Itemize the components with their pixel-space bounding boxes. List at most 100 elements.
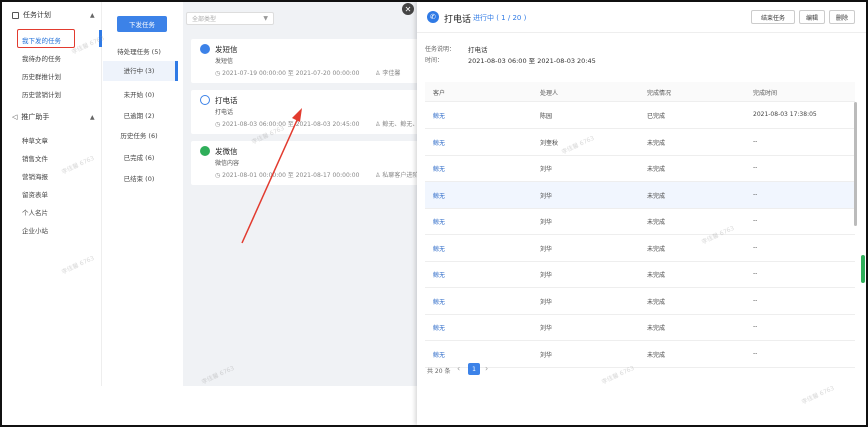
cell-handler: 刘华	[540, 351, 553, 359]
sidebar-group-label: 推广助手	[21, 113, 50, 121]
table-row[interactable]: 鲸无 刘华 未完成 --	[425, 181, 855, 209]
phone-icon	[200, 95, 210, 105]
table-row[interactable]: 鲸无 刘华 未完成 --	[425, 235, 855, 262]
user-icon: ♙	[375, 121, 381, 128]
task-card-title: 打电话	[215, 96, 238, 105]
table-row[interactable]: 鲸无 刘华 未完成 --	[425, 341, 855, 368]
task-card-sms[interactable]: 发短信 发短信 ◷ 2021-07-19 00:00:00 至 2021-07-…	[191, 39, 421, 83]
cell-completed-time: --	[753, 164, 758, 171]
sidebar-item-forms[interactable]: 留资表单	[22, 189, 48, 199]
cell-customer[interactable]: 鲸无	[433, 164, 445, 173]
task-card-title: 发短信	[215, 45, 238, 54]
cell-customer[interactable]: 鲸无	[433, 270, 445, 279]
drawer-header: ✆ 打电话 进行中 ( 1 / 20 ) 结束任务 编辑 删除	[417, 2, 866, 33]
task-status-column: 下发任务 待处理任务 (5) 进行中 (3) 未开始 (0) 已逾期 (2) 历…	[103, 2, 178, 386]
cell-customer[interactable]: 鲸无	[433, 217, 445, 226]
cell-handler: 刘华	[540, 325, 553, 332]
table-scrollbar[interactable]	[854, 102, 857, 226]
end-task-button[interactable]: 结束任务	[751, 10, 795, 24]
sidebar-item-todo-tasks[interactable]: 我待办的任务	[22, 53, 61, 63]
sidebar-item-business-card[interactable]: 个人名片	[22, 207, 48, 217]
cell-completion: 未完成	[647, 325, 666, 332]
sidebar-item-mini-site[interactable]: 企业小站	[22, 225, 48, 235]
cell-customer[interactable]: 鲸无	[433, 350, 445, 359]
cell-customer[interactable]: 鲸无	[433, 191, 445, 200]
task-card-time: ◷ 2021-08-03 06:00:00 至 2021-08-03 20:45…	[215, 121, 360, 128]
sidebar-group-task-plan[interactable]: 任务计划 ▲	[12, 10, 95, 20]
task-card-time: ◷ 2021-08-01 00:00:00 至 2021-08-17 00:00…	[215, 172, 360, 179]
cell-customer[interactable]: 鲸无	[433, 111, 445, 120]
cell-customer[interactable]: 鲸无	[433, 138, 445, 147]
collapse-caret-icon[interactable]: ▲	[90, 114, 95, 121]
table-header: 客户 处理人 完成情况 完成时间	[425, 82, 855, 102]
cell-completed-time: --	[753, 323, 758, 330]
pager-current-page[interactable]: 1	[468, 363, 480, 375]
status-in-progress[interactable]: 进行中 (3)	[103, 61, 175, 81]
sidebar-item-posters[interactable]: 营销海报	[22, 171, 48, 181]
cell-completed-time: --	[753, 349, 758, 357]
cell-completion: 未完成	[647, 298, 666, 306]
task-detail-drawer: ✆ 打电话 进行中 ( 1 / 20 ) 结束任务 编辑 删除 任务说明： 打电…	[417, 2, 866, 425]
table-row[interactable]: 鲸无 刘华 未完成 --	[425, 288, 855, 315]
task-time-value: 2021-08-03 06:00 至 2021-08-03 20:45	[468, 57, 596, 65]
collapse-caret-icon[interactable]: ▲	[90, 12, 95, 19]
table-row[interactable]: 鲸无 陈园 已完成 2021-08-03 17:38:05	[425, 102, 855, 129]
sidebar-group-promotion[interactable]: ◁ 推广助手 ▲	[12, 112, 95, 122]
task-card-desc: 微信内容	[215, 160, 240, 167]
wechat-icon	[200, 146, 210, 156]
close-drawer-icon[interactable]: ✕	[402, 3, 414, 15]
left-sidebar: 任务计划 ▲ 我下发的任务 我待办的任务 历史群推计划 历史营销计划 ◁ 推广助…	[2, 2, 102, 386]
status-completed[interactable]: 已完成 (6)	[103, 152, 175, 162]
status-history[interactable]: 历史任务 (6)	[103, 130, 175, 140]
sidebar-item-sales-files[interactable]: 销售文件	[22, 153, 48, 163]
cell-completion: 未完成	[647, 272, 666, 279]
cell-completed-time: --	[753, 217, 758, 224]
status-pending[interactable]: 待处理任务 (5)	[103, 46, 175, 56]
task-desc-value: 打电话	[468, 46, 488, 54]
side-float-bar[interactable]	[861, 255, 865, 283]
cell-completion: 未完成	[647, 192, 666, 200]
edit-button[interactable]: 编辑	[799, 10, 825, 24]
task-card-assignee: ♙ 李佳馨	[375, 70, 401, 77]
issue-task-button[interactable]: 下发任务	[117, 16, 167, 32]
cell-customer[interactable]: 鲸无	[433, 323, 445, 332]
clock-icon: ◷	[215, 70, 221, 77]
cell-customer[interactable]: 鲸无	[433, 244, 445, 253]
task-type-placeholder: 全部类型	[192, 16, 217, 23]
sidebar-item-group-push-history[interactable]: 历史群推计划	[22, 71, 61, 81]
chevron-down-icon: ▼	[263, 15, 268, 22]
task-card-call[interactable]: 打电话 打电话 ◷ 2021-08-03 06:00:00 至 2021-08-…	[191, 90, 421, 134]
task-card-desc: 发短信	[215, 58, 234, 65]
task-card-wechat[interactable]: 发微信 微信内容 ◷ 2021-08-01 00:00:00 至 2021-08…	[191, 141, 421, 185]
phone-icon: ✆	[427, 11, 439, 23]
cell-handler: 刘华	[540, 192, 553, 200]
status-ended[interactable]: 已结束 (0)	[103, 173, 175, 183]
user-icon: ♙	[375, 172, 381, 179]
task-card-desc: 打电话	[215, 109, 234, 116]
user-icon: ♙	[375, 70, 381, 77]
table-row[interactable]: 鲸无 刘华 未完成 --	[425, 314, 855, 341]
sidebar-item-issued-tasks[interactable]: 我下发的任务	[22, 35, 61, 45]
table-row[interactable]: 鲸无 刘华 未完成 --	[425, 155, 855, 182]
table-row[interactable]: 鲸无 刘奎秋 未完成 --	[425, 129, 855, 156]
cell-customer[interactable]: 鲸无	[433, 297, 445, 306]
sidebar-item-articles[interactable]: 种草文章	[22, 135, 48, 145]
status-not-started[interactable]: 未开始 (0)	[103, 89, 175, 99]
cell-completed-time: 2021-08-03 17:38:05	[753, 111, 817, 118]
table-row[interactable]: 鲸无 刘华 未完成 --	[425, 208, 855, 235]
delete-button[interactable]: 删除	[829, 10, 855, 24]
cell-handler: 陈园	[540, 113, 553, 120]
pager-next-icon[interactable]: ›	[485, 364, 488, 373]
pager-prev-icon[interactable]: ‹	[457, 364, 460, 373]
status-active-indicator	[175, 61, 178, 81]
cell-handler: 刘华	[540, 219, 553, 226]
cell-completion: 已完成	[647, 113, 666, 120]
task-card-assignee: ♙ 鲸无、鲸无、	[375, 121, 419, 128]
cell-handler: 刘华	[540, 272, 553, 279]
drawer-title: 打电话	[444, 15, 472, 25]
table-row[interactable]: 鲸无 刘华 未完成 --	[425, 261, 855, 288]
sidebar-item-marketing-history[interactable]: 历史营销计划	[22, 89, 61, 99]
task-type-select[interactable]: 全部类型 ▼	[186, 12, 274, 25]
task-card-title: 发微信	[215, 147, 238, 156]
status-overdue[interactable]: 已逾期 (2)	[103, 110, 175, 120]
